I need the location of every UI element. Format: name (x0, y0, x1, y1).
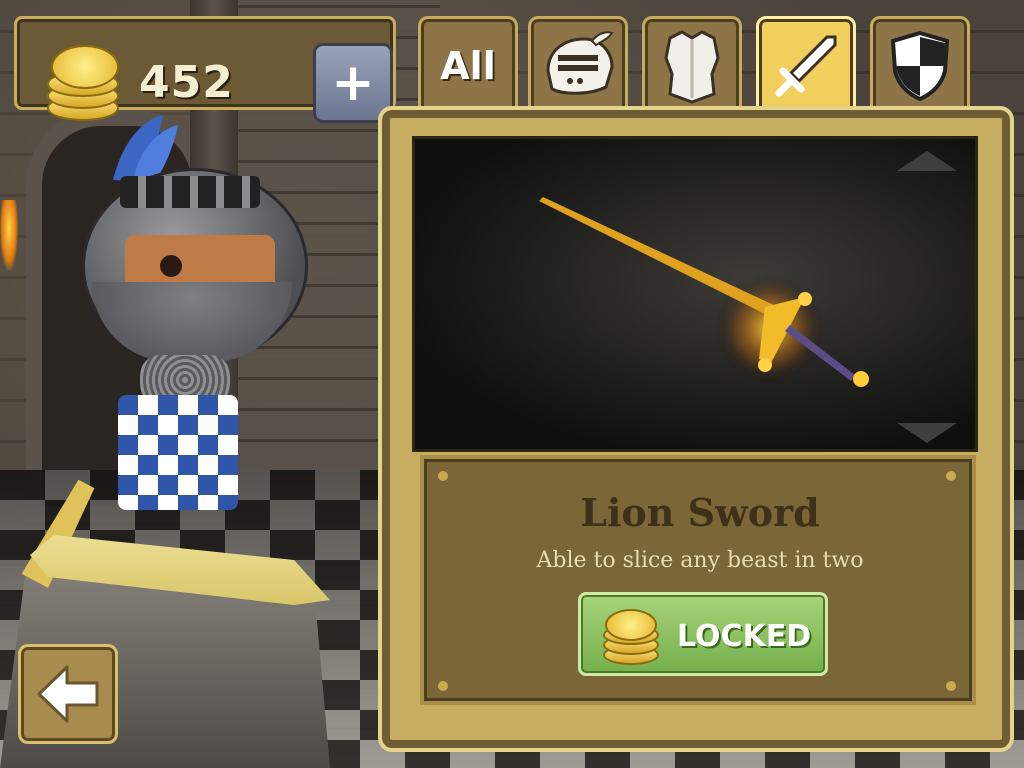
knight-eye (160, 255, 182, 277)
coin-stack-icon (601, 609, 661, 665)
tab-weapons[interactable] (756, 16, 856, 116)
locked-label: LOCKED (677, 619, 812, 654)
back-arrow-icon (37, 665, 99, 723)
lion-sword-preview (539, 197, 869, 387)
item-description: Able to slice any beast in two (536, 548, 864, 573)
shield-icon (890, 30, 950, 102)
back-button[interactable] (18, 644, 118, 744)
coin-count: 452 (139, 57, 234, 108)
armor-icon (664, 30, 720, 104)
locked-button[interactable]: LOCKED (578, 592, 828, 676)
tab-armor[interactable] (642, 16, 742, 116)
tab-all[interactable]: All (418, 16, 518, 116)
sword-icon (775, 35, 837, 97)
coin-stack-icon (39, 43, 119, 123)
torch-flame (0, 200, 18, 270)
tab-shields[interactable] (870, 16, 970, 116)
helmet-visor (120, 176, 260, 208)
scroll-up-arrow-icon[interactable] (897, 151, 957, 171)
helmet-icon (546, 31, 614, 95)
checkered-tabard (118, 395, 238, 510)
tab-all-label: All (440, 44, 496, 88)
item-preview-viewer[interactable] (412, 136, 978, 452)
tab-helmets[interactable] (528, 16, 628, 116)
coin-counter-panel: 452 + (14, 16, 396, 123)
scroll-down-arrow-icon[interactable] (897, 423, 957, 443)
plus-icon: + (331, 53, 375, 113)
item-name: Lion Sword (580, 490, 820, 535)
